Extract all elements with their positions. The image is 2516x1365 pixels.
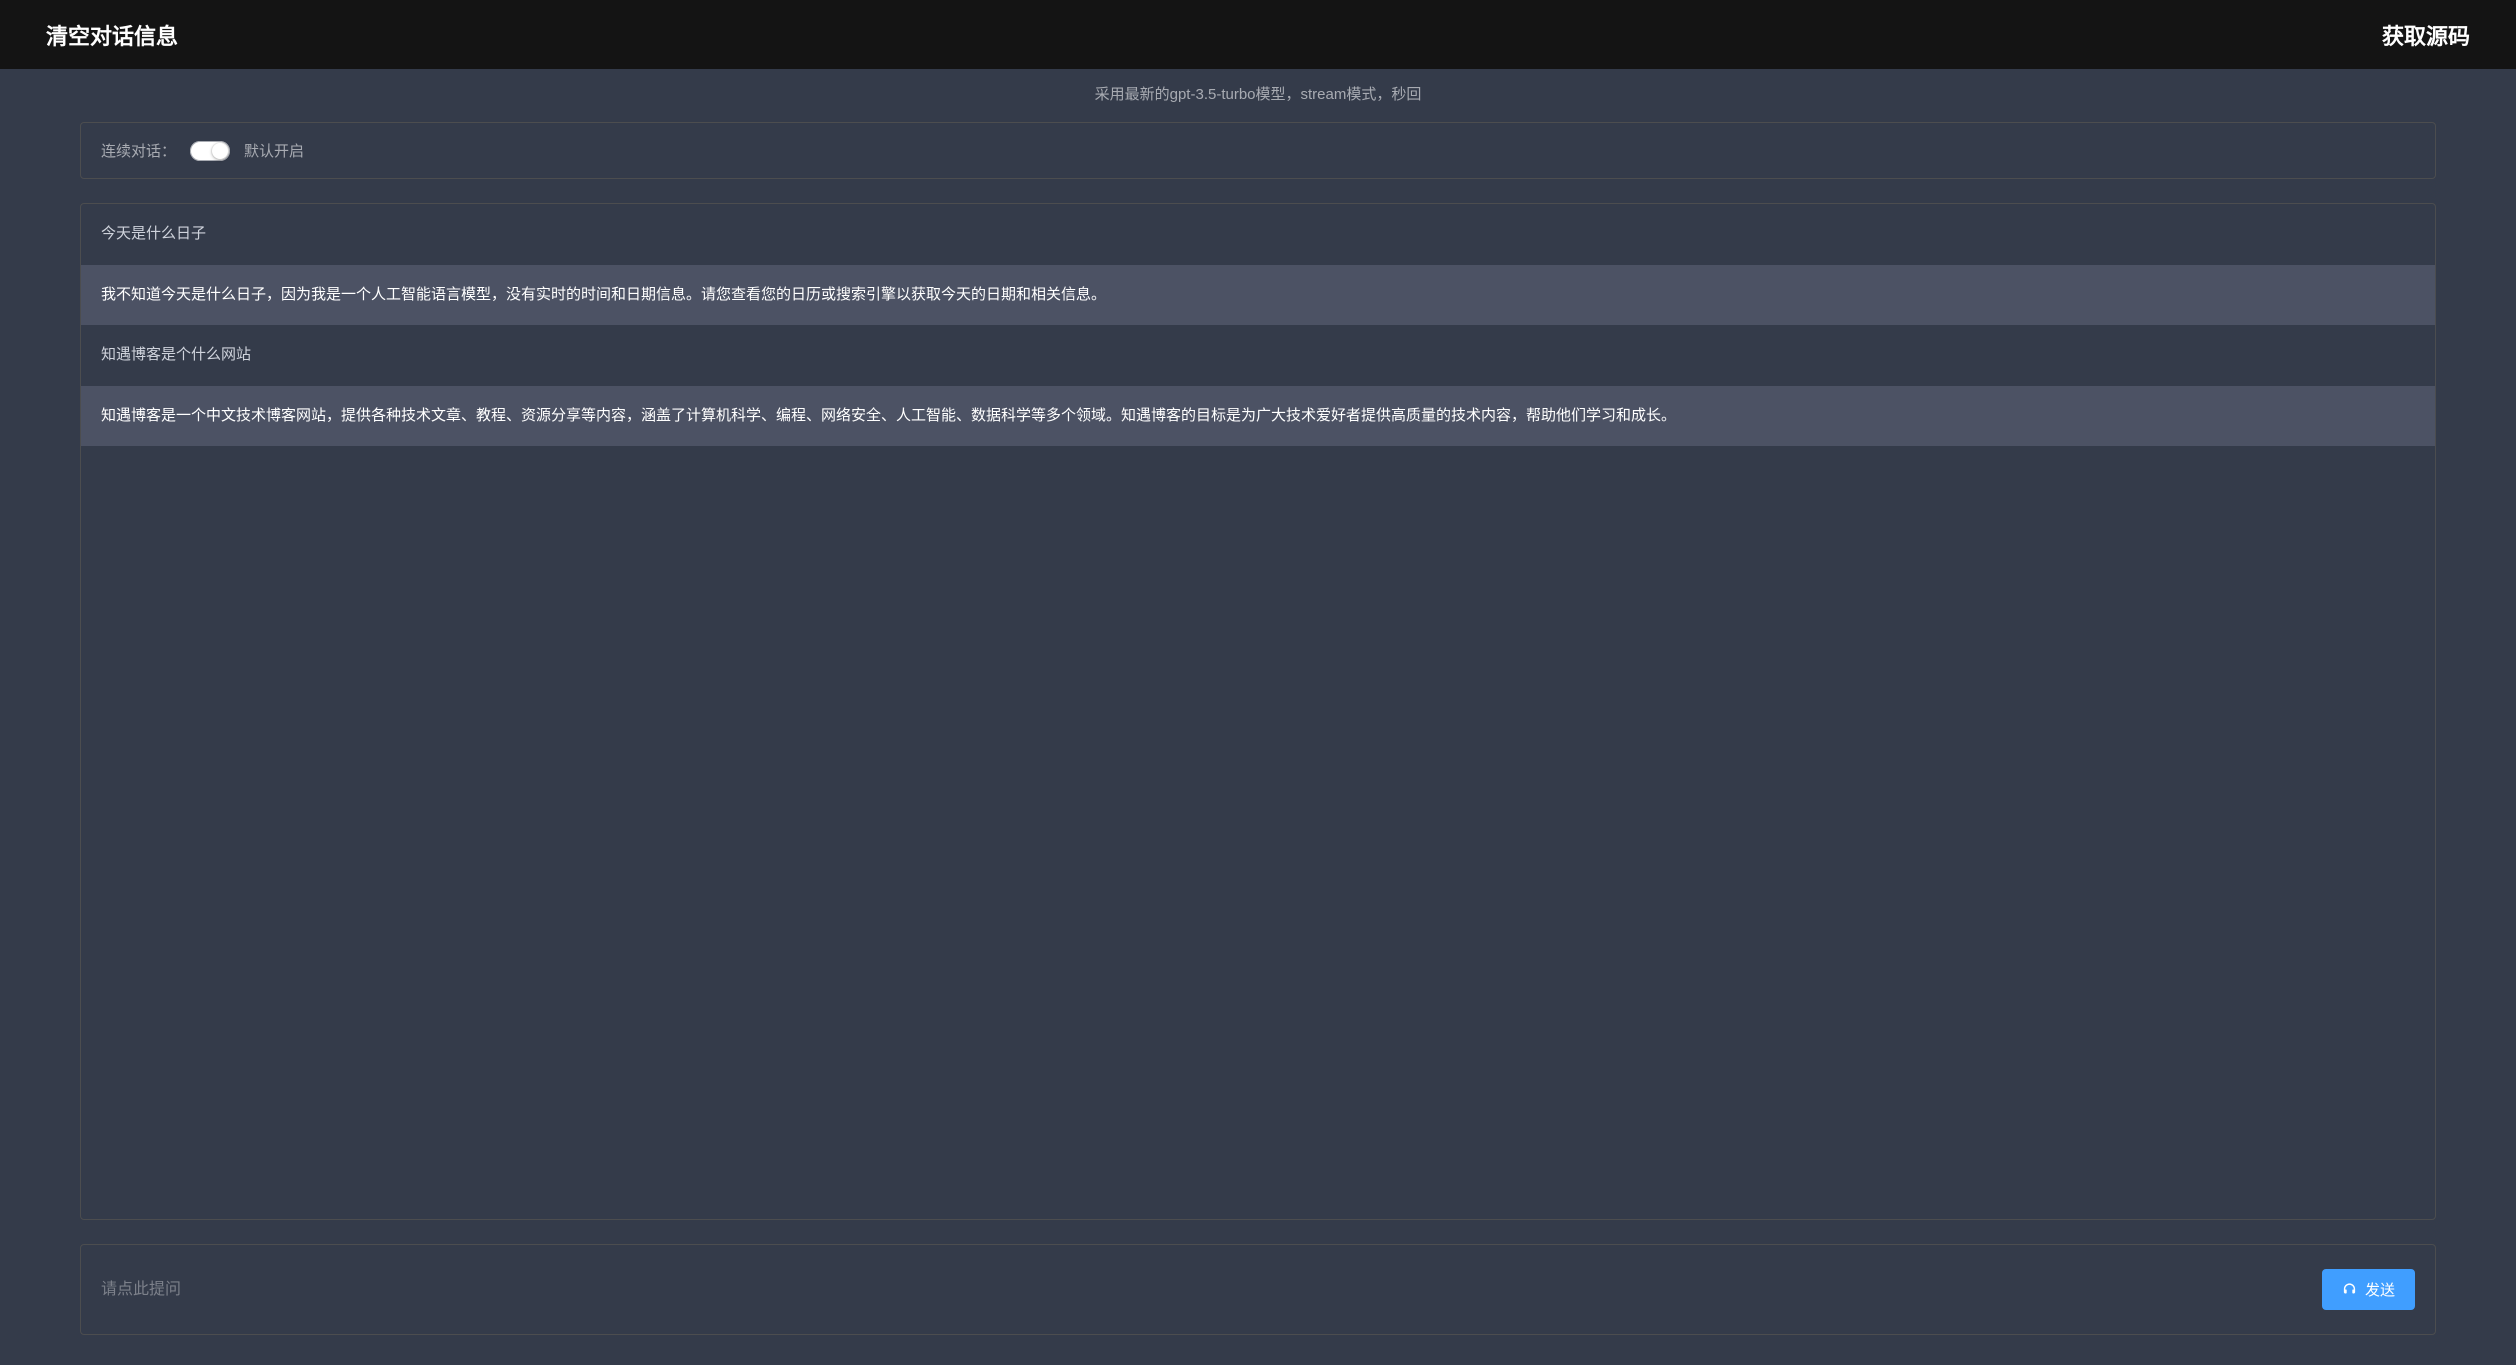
assistant-message: 知遇博客是一个中文技术博客网站，提供各种技术文章、教程、资源分享等内容，涵盖了计… — [81, 386, 2435, 447]
assistant-message: 我不知道今天是什么日子，因为我是一个人工智能语言模型，没有实时的时间和日期信息。… — [81, 265, 2435, 326]
model-info-text: 采用最新的gpt-3.5-turbo模型，stream模式，秒回 — [0, 69, 2516, 122]
prompt-input[interactable] — [101, 1278, 2302, 1302]
header: 清空对话信息 获取源码 — [0, 0, 2516, 69]
continuous-hint: 默认开启 — [244, 140, 304, 161]
content: 连续对话： 默认开启 今天是什么日子我不知道今天是什么日子，因为我是一个人工智能… — [0, 122, 2516, 1365]
continuous-toggle[interactable] — [190, 141, 230, 161]
clear-conversation-button[interactable]: 清空对话信息 — [46, 19, 178, 51]
chat-log: 今天是什么日子我不知道今天是什么日子，因为我是一个人工智能语言模型，没有实时的时… — [80, 203, 2436, 1220]
send-button-label: 发送 — [2365, 1279, 2395, 1300]
headset-icon — [2342, 1282, 2357, 1297]
input-panel: 发送 — [80, 1244, 2436, 1335]
continuous-label: 连续对话： — [101, 140, 176, 161]
toggle-knob — [212, 143, 228, 159]
user-message: 知遇博客是个什么网站 — [81, 325, 2435, 386]
get-source-link[interactable]: 获取源码 — [2382, 19, 2470, 51]
user-message: 今天是什么日子 — [81, 204, 2435, 265]
send-button[interactable]: 发送 — [2322, 1269, 2415, 1310]
continuous-panel: 连续对话： 默认开启 — [80, 122, 2436, 179]
